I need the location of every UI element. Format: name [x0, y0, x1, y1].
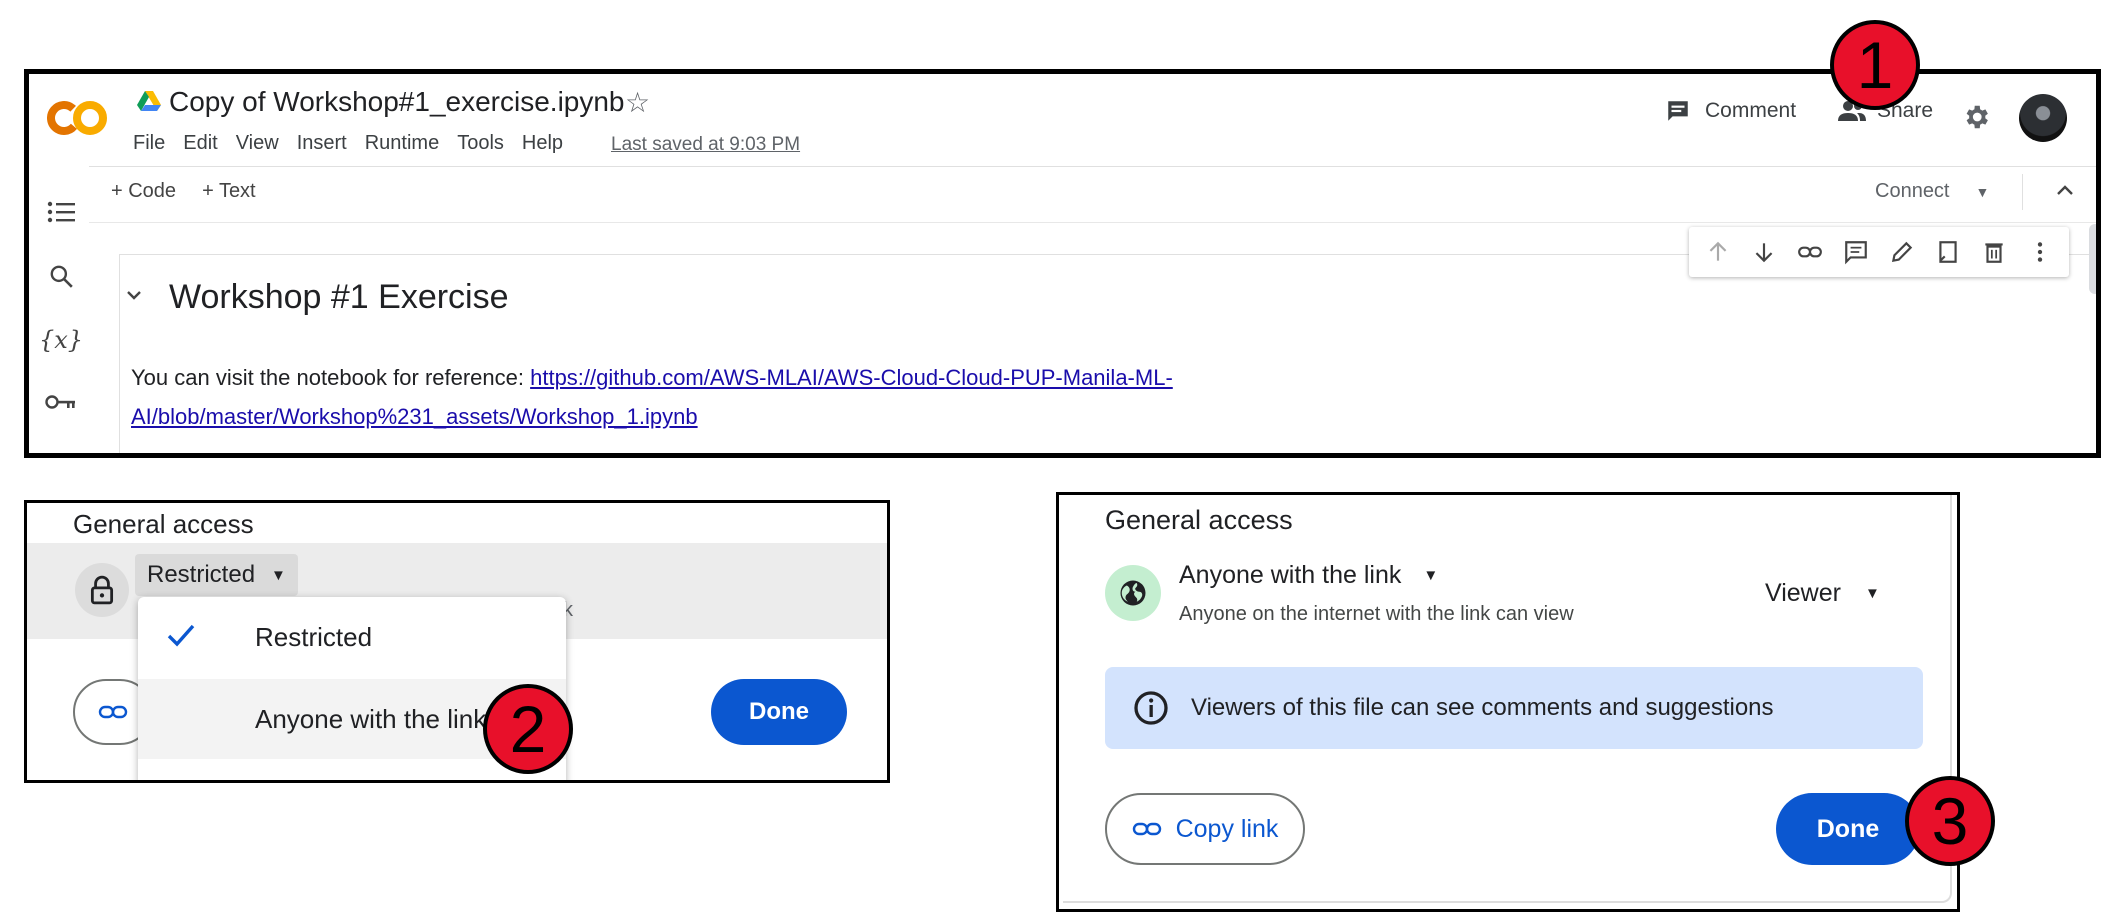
delete-icon[interactable]: [1981, 239, 2007, 265]
collapse-section-icon[interactable]: [125, 284, 143, 307]
access-level-dropdown[interactable]: Restricted ▼: [135, 554, 298, 596]
role-dropdown[interactable]: Viewer ▼: [1765, 579, 1880, 608]
general-access-title: General access: [1105, 505, 1293, 535]
variables-icon[interactable]: {𝑥}: [39, 322, 83, 358]
add-code-button[interactable]: + Code: [111, 180, 176, 203]
last-saved-link[interactable]: Last saved at 9:03 PM: [611, 134, 800, 156]
header-divider: [89, 166, 2096, 167]
option-anyone-label: Anyone with the link: [255, 703, 487, 734]
colab-logo[interactable]: [47, 96, 107, 140]
info-icon: [1134, 691, 1168, 725]
info-text: Viewers of this file can see comments an…: [1191, 694, 1774, 721]
notebook-title[interactable]: Copy of Workshop#1_exercise.ipynb: [169, 86, 625, 118]
toolbar-divider-bottom: [89, 222, 2096, 223]
step-marker-2: 2: [483, 684, 573, 774]
cell-body: You can visit the notebook for reference…: [131, 358, 1331, 436]
menu-help[interactable]: Help: [522, 132, 563, 155]
menu-tools[interactable]: Tools: [457, 132, 504, 155]
menu-edit[interactable]: Edit: [183, 132, 217, 155]
info-banner: Viewers of this file can see comments an…: [1105, 667, 1923, 749]
mirror-cell-icon[interactable]: [1935, 239, 1961, 265]
user-avatar[interactable]: [2019, 94, 2067, 142]
step-marker-1: 1: [1830, 20, 1920, 110]
access-level-dropdown[interactable]: Anyone with the link ▼: [1179, 561, 1438, 590]
menu-insert[interactable]: Insert: [297, 132, 347, 155]
comment-button[interactable]: Comment: [1665, 98, 1796, 124]
table-of-contents-icon[interactable]: [43, 194, 79, 230]
cell-toolbar: [1689, 227, 2069, 277]
edit-pencil-icon[interactable]: [1889, 239, 1915, 265]
reference-link-line1[interactable]: https://github.com/AWS-MLAI/AWS-Cloud-Cl…: [530, 365, 1173, 390]
google-drive-icon[interactable]: [137, 90, 161, 112]
star-icon[interactable]: ☆: [625, 86, 650, 119]
key-icon[interactable]: [43, 384, 79, 420]
move-down-icon[interactable]: [1751, 239, 1777, 265]
cell-text-prefix: You can visit the notebook for reference…: [131, 365, 531, 390]
cell-heading: Workshop #1 Exercise: [169, 278, 509, 316]
connect-label: Connect: [1875, 180, 1950, 202]
colab-window: Copy of Workshop#1_exercise.ipynb ☆ File…: [24, 69, 2101, 458]
copy-link-button[interactable]: Copy link: [1105, 793, 1305, 865]
share-dialog-restricted: General access Restricted ▼ k Done Restr…: [24, 500, 890, 783]
option-restricted-label: Restricted: [255, 621, 373, 652]
option-restricted[interactable]: Restricted: [138, 597, 566, 677]
insert-toolbar: + Code + Text: [111, 180, 256, 203]
done-button[interactable]: Done: [711, 679, 847, 745]
check-icon: [167, 624, 195, 647]
access-description: Anyone on the internet with the link can…: [1179, 603, 1574, 625]
chevron-down-icon[interactable]: ▼: [1976, 184, 1990, 200]
access-level-label: Anyone with the link: [1179, 561, 1402, 589]
menu-file[interactable]: File: [133, 132, 165, 155]
share-dialog-anyone: General access Anyone with the link ▼ An…: [1056, 492, 1960, 912]
link-icon: [98, 705, 128, 719]
done-button[interactable]: Done: [1776, 793, 1920, 865]
scrollbar[interactable]: [2089, 224, 2096, 294]
reference-link-line2[interactable]: AI/blob/master/Workshop%231_assets/Works…: [131, 404, 698, 429]
comment-icon[interactable]: [1843, 239, 1869, 265]
move-up-icon[interactable]: [1705, 239, 1731, 265]
step-marker-3: 3: [1905, 776, 1995, 866]
connect-button[interactable]: Connect ▼: [1875, 180, 1989, 203]
role-label: Viewer: [1765, 579, 1841, 607]
comment-icon: [1668, 101, 1688, 121]
comment-label: Comment: [1705, 99, 1797, 122]
collapse-header-icon[interactable]: [2055, 180, 2075, 203]
menu-view[interactable]: View: [236, 132, 279, 155]
lock-icon: [75, 563, 129, 617]
more-vert-icon[interactable]: [2027, 239, 2053, 265]
toolbar-divider: [2022, 174, 2023, 210]
link-icon: [1132, 822, 1161, 836]
access-level-label: Restricted: [147, 561, 256, 588]
caret-down-icon: ▼: [271, 566, 286, 584]
caret-down-icon: ▼: [1423, 567, 1439, 584]
globe-icon: [1105, 565, 1161, 621]
menu-runtime[interactable]: Runtime: [365, 132, 439, 155]
gear-icon[interactable]: [1961, 102, 1991, 132]
general-access-title: General access: [73, 509, 254, 539]
search-icon[interactable]: [43, 258, 79, 294]
add-text-button[interactable]: + Text: [202, 180, 256, 203]
caret-down-icon: ▼: [1864, 585, 1880, 602]
link-icon[interactable]: [1797, 239, 1823, 265]
copy-link-label: Copy link: [1175, 814, 1279, 843]
menu-bar: File Edit View Insert Runtime Tools Help: [133, 132, 581, 155]
